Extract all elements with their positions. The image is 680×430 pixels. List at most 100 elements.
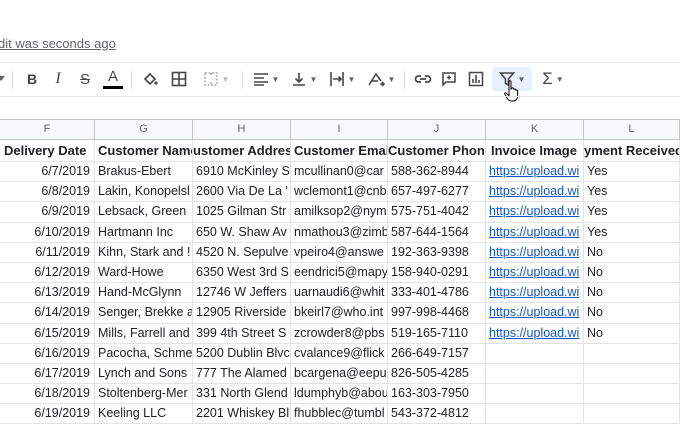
header-cell[interactable]: Invoice Image bbox=[486, 140, 584, 162]
column-header-h[interactable]: H bbox=[193, 120, 291, 140]
header-cell[interactable]: Customer Phone bbox=[388, 140, 486, 162]
insert-comment-button[interactable] bbox=[438, 67, 460, 91]
column-header-i[interactable]: I bbox=[291, 120, 388, 140]
formula-bar[interactable] bbox=[0, 96, 680, 120]
text-wrapping-button[interactable]: ▼ bbox=[326, 67, 358, 91]
insert-chart-button[interactable] bbox=[465, 67, 487, 91]
header-cell[interactable]: Delivery Date bbox=[0, 140, 95, 162]
functions-button[interactable]: Σ ▼ bbox=[536, 67, 570, 91]
delivery-date-cell[interactable]: 6/9/2019 bbox=[0, 202, 95, 223]
payment-received-cell[interactable] bbox=[584, 404, 680, 425]
customer-email-cell[interactable]: uarnaudi6@whit bbox=[291, 283, 388, 304]
customer-phone-cell[interactable]: 657-497-6277 bbox=[388, 182, 486, 203]
delivery-date-cell[interactable]: 6/14/2019 bbox=[0, 303, 95, 324]
delivery-date-cell[interactable]: 6/13/2019 bbox=[0, 283, 95, 304]
customer-phone-cell[interactable]: 163-303-7950 bbox=[388, 384, 486, 405]
customer-phone-cell[interactable]: 266-649-7157 bbox=[388, 343, 486, 364]
delivery-date-cell[interactable]: 6/15/2019 bbox=[0, 323, 95, 344]
payment-received-cell[interactable] bbox=[584, 363, 680, 385]
customer-name-cell[interactable]: Hand-McGlynn bbox=[95, 283, 193, 304]
customer-address-cell[interactable]: 777 The Alamed bbox=[193, 363, 291, 385]
customer-email-cell[interactable]: amilksop2@nym bbox=[291, 202, 388, 223]
customer-address-cell[interactable]: 12746 W Jeffers bbox=[193, 283, 291, 304]
column-header-g[interactable]: G bbox=[95, 120, 193, 140]
payment-received-cell[interactable]: No bbox=[584, 283, 680, 304]
customer-name-cell[interactable]: Lakin, Konopelsl bbox=[95, 182, 193, 203]
customer-phone-cell[interactable]: 587-644-1564 bbox=[388, 222, 486, 243]
payment-received-cell[interactable]: Yes bbox=[584, 182, 680, 203]
strikethrough-button[interactable]: S bbox=[75, 67, 95, 91]
invoice-image-cell[interactable]: https://upload.wi bbox=[486, 202, 584, 223]
header-cell[interactable]: yment Received bbox=[584, 140, 680, 162]
customer-phone-cell[interactable]: 519-165-7110 bbox=[388, 323, 486, 344]
customer-phone-cell[interactable]: 575-751-4042 bbox=[388, 202, 486, 223]
customer-name-cell[interactable]: Keeling LLC bbox=[95, 404, 193, 425]
customer-name-cell[interactable]: Lynch and Sons bbox=[95, 363, 193, 385]
customer-address-cell[interactable]: 2600 Via De La ' bbox=[193, 182, 291, 203]
column-header-l[interactable]: L bbox=[584, 120, 680, 140]
payment-received-cell[interactable]: Yes bbox=[584, 202, 680, 223]
header-cell[interactable]: Customer Email bbox=[291, 140, 388, 162]
fill-color-button[interactable] bbox=[140, 67, 160, 91]
customer-address-cell[interactable]: 650 W. Shaw Av bbox=[193, 222, 291, 243]
customer-email-cell[interactable]: bcargena@eepu bbox=[291, 363, 388, 385]
customer-name-cell[interactable]: Stoltenberg-Mer bbox=[95, 384, 193, 405]
customer-address-cell[interactable]: 2201 Whiskey Bl bbox=[193, 404, 291, 425]
invoice-image-cell[interactable]: https://upload.wi bbox=[486, 283, 584, 304]
insert-link-button[interactable] bbox=[412, 67, 434, 91]
customer-email-cell[interactable]: mcullinan0@car bbox=[291, 162, 388, 183]
customer-email-cell[interactable]: eendrici5@mapy bbox=[291, 262, 388, 284]
customer-email-cell[interactable]: vpeiro4@answe bbox=[291, 242, 388, 263]
customer-name-cell[interactable]: Pacocha, Schme bbox=[95, 343, 193, 364]
italic-button[interactable]: I bbox=[48, 67, 68, 91]
bold-button[interactable]: B bbox=[22, 67, 42, 91]
payment-received-cell[interactable]: No bbox=[584, 262, 680, 284]
customer-phone-cell[interactable]: 826-505-4285 bbox=[388, 363, 486, 385]
borders-button[interactable] bbox=[168, 67, 190, 91]
invoice-image-cell[interactable]: https://upload.wi bbox=[486, 222, 584, 243]
payment-received-cell[interactable]: Yes bbox=[584, 162, 680, 183]
payment-received-cell[interactable] bbox=[584, 384, 680, 405]
payment-received-cell[interactable] bbox=[584, 343, 680, 364]
customer-address-cell[interactable]: 4520 N. Sepulve bbox=[193, 242, 291, 263]
text-rotation-button[interactable]: ▼ bbox=[364, 67, 398, 91]
customer-phone-cell[interactable]: 158-940-0291 bbox=[388, 262, 486, 284]
customer-address-cell[interactable]: 5200 Dublin Blvc bbox=[193, 343, 291, 364]
customer-phone-cell[interactable]: 997-998-4468 bbox=[388, 303, 486, 324]
delivery-date-cell[interactable]: 6/11/2019 bbox=[0, 242, 95, 263]
invoice-image-cell[interactable]: https://upload.wi bbox=[486, 242, 584, 263]
chevron-down-icon[interactable] bbox=[0, 67, 6, 91]
customer-email-cell[interactable]: zcrowder8@pbs bbox=[291, 323, 388, 344]
customer-name-cell[interactable]: Mills, Farrell and bbox=[95, 323, 193, 344]
invoice-image-cell[interactable] bbox=[486, 384, 584, 405]
header-cell[interactable]: ustomer Addres bbox=[193, 140, 291, 162]
delivery-date-cell[interactable]: 6/10/2019 bbox=[0, 222, 95, 243]
delivery-date-cell[interactable]: 6/19/2019 bbox=[0, 404, 95, 425]
payment-received-cell[interactable]: No bbox=[584, 323, 680, 344]
payment-received-cell[interactable]: No bbox=[584, 242, 680, 263]
payment-received-cell[interactable]: No bbox=[584, 303, 680, 324]
customer-address-cell[interactable]: 12905 Riverside bbox=[193, 303, 291, 324]
customer-name-cell[interactable]: Senger, Brekke a bbox=[95, 303, 193, 324]
customer-email-cell[interactable]: cvalance9@flick bbox=[291, 343, 388, 364]
delivery-date-cell[interactable]: 6/7/2019 bbox=[0, 162, 95, 183]
invoice-image-cell[interactable]: https://upload.wi bbox=[486, 162, 584, 183]
customer-address-cell[interactable]: 1025 Gilman Str bbox=[193, 202, 291, 223]
customer-phone-cell[interactable]: 588-362-8944 bbox=[388, 162, 486, 183]
customer-address-cell[interactable]: 6350 West 3rd S bbox=[193, 262, 291, 284]
text-color-button[interactable]: A bbox=[102, 67, 124, 91]
delivery-date-cell[interactable]: 6/18/2019 bbox=[0, 384, 95, 405]
horizontal-align-button[interactable]: ▼ bbox=[250, 67, 282, 91]
customer-name-cell[interactable]: Lebsack, Green bbox=[95, 202, 193, 223]
customer-email-cell[interactable]: bkeirl7@who.int bbox=[291, 303, 388, 324]
payment-received-cell[interactable]: Yes bbox=[584, 222, 680, 243]
customer-address-cell[interactable]: 399 4th Street S bbox=[193, 323, 291, 344]
customer-phone-cell[interactable]: 192-363-9398 bbox=[388, 242, 486, 263]
merge-cells-button[interactable]: ▼ bbox=[196, 67, 236, 91]
delivery-date-cell[interactable]: 6/12/2019 bbox=[0, 262, 95, 284]
customer-name-cell[interactable]: Brakus-Ebert bbox=[95, 162, 193, 183]
customer-email-cell[interactable]: nmathou3@zimb bbox=[291, 222, 388, 243]
customer-phone-cell[interactable]: 543-372-4812 bbox=[388, 404, 486, 425]
delivery-date-cell[interactable]: 6/17/2019 bbox=[0, 363, 95, 385]
customer-address-cell[interactable]: 6910 McKinley S bbox=[193, 162, 291, 183]
